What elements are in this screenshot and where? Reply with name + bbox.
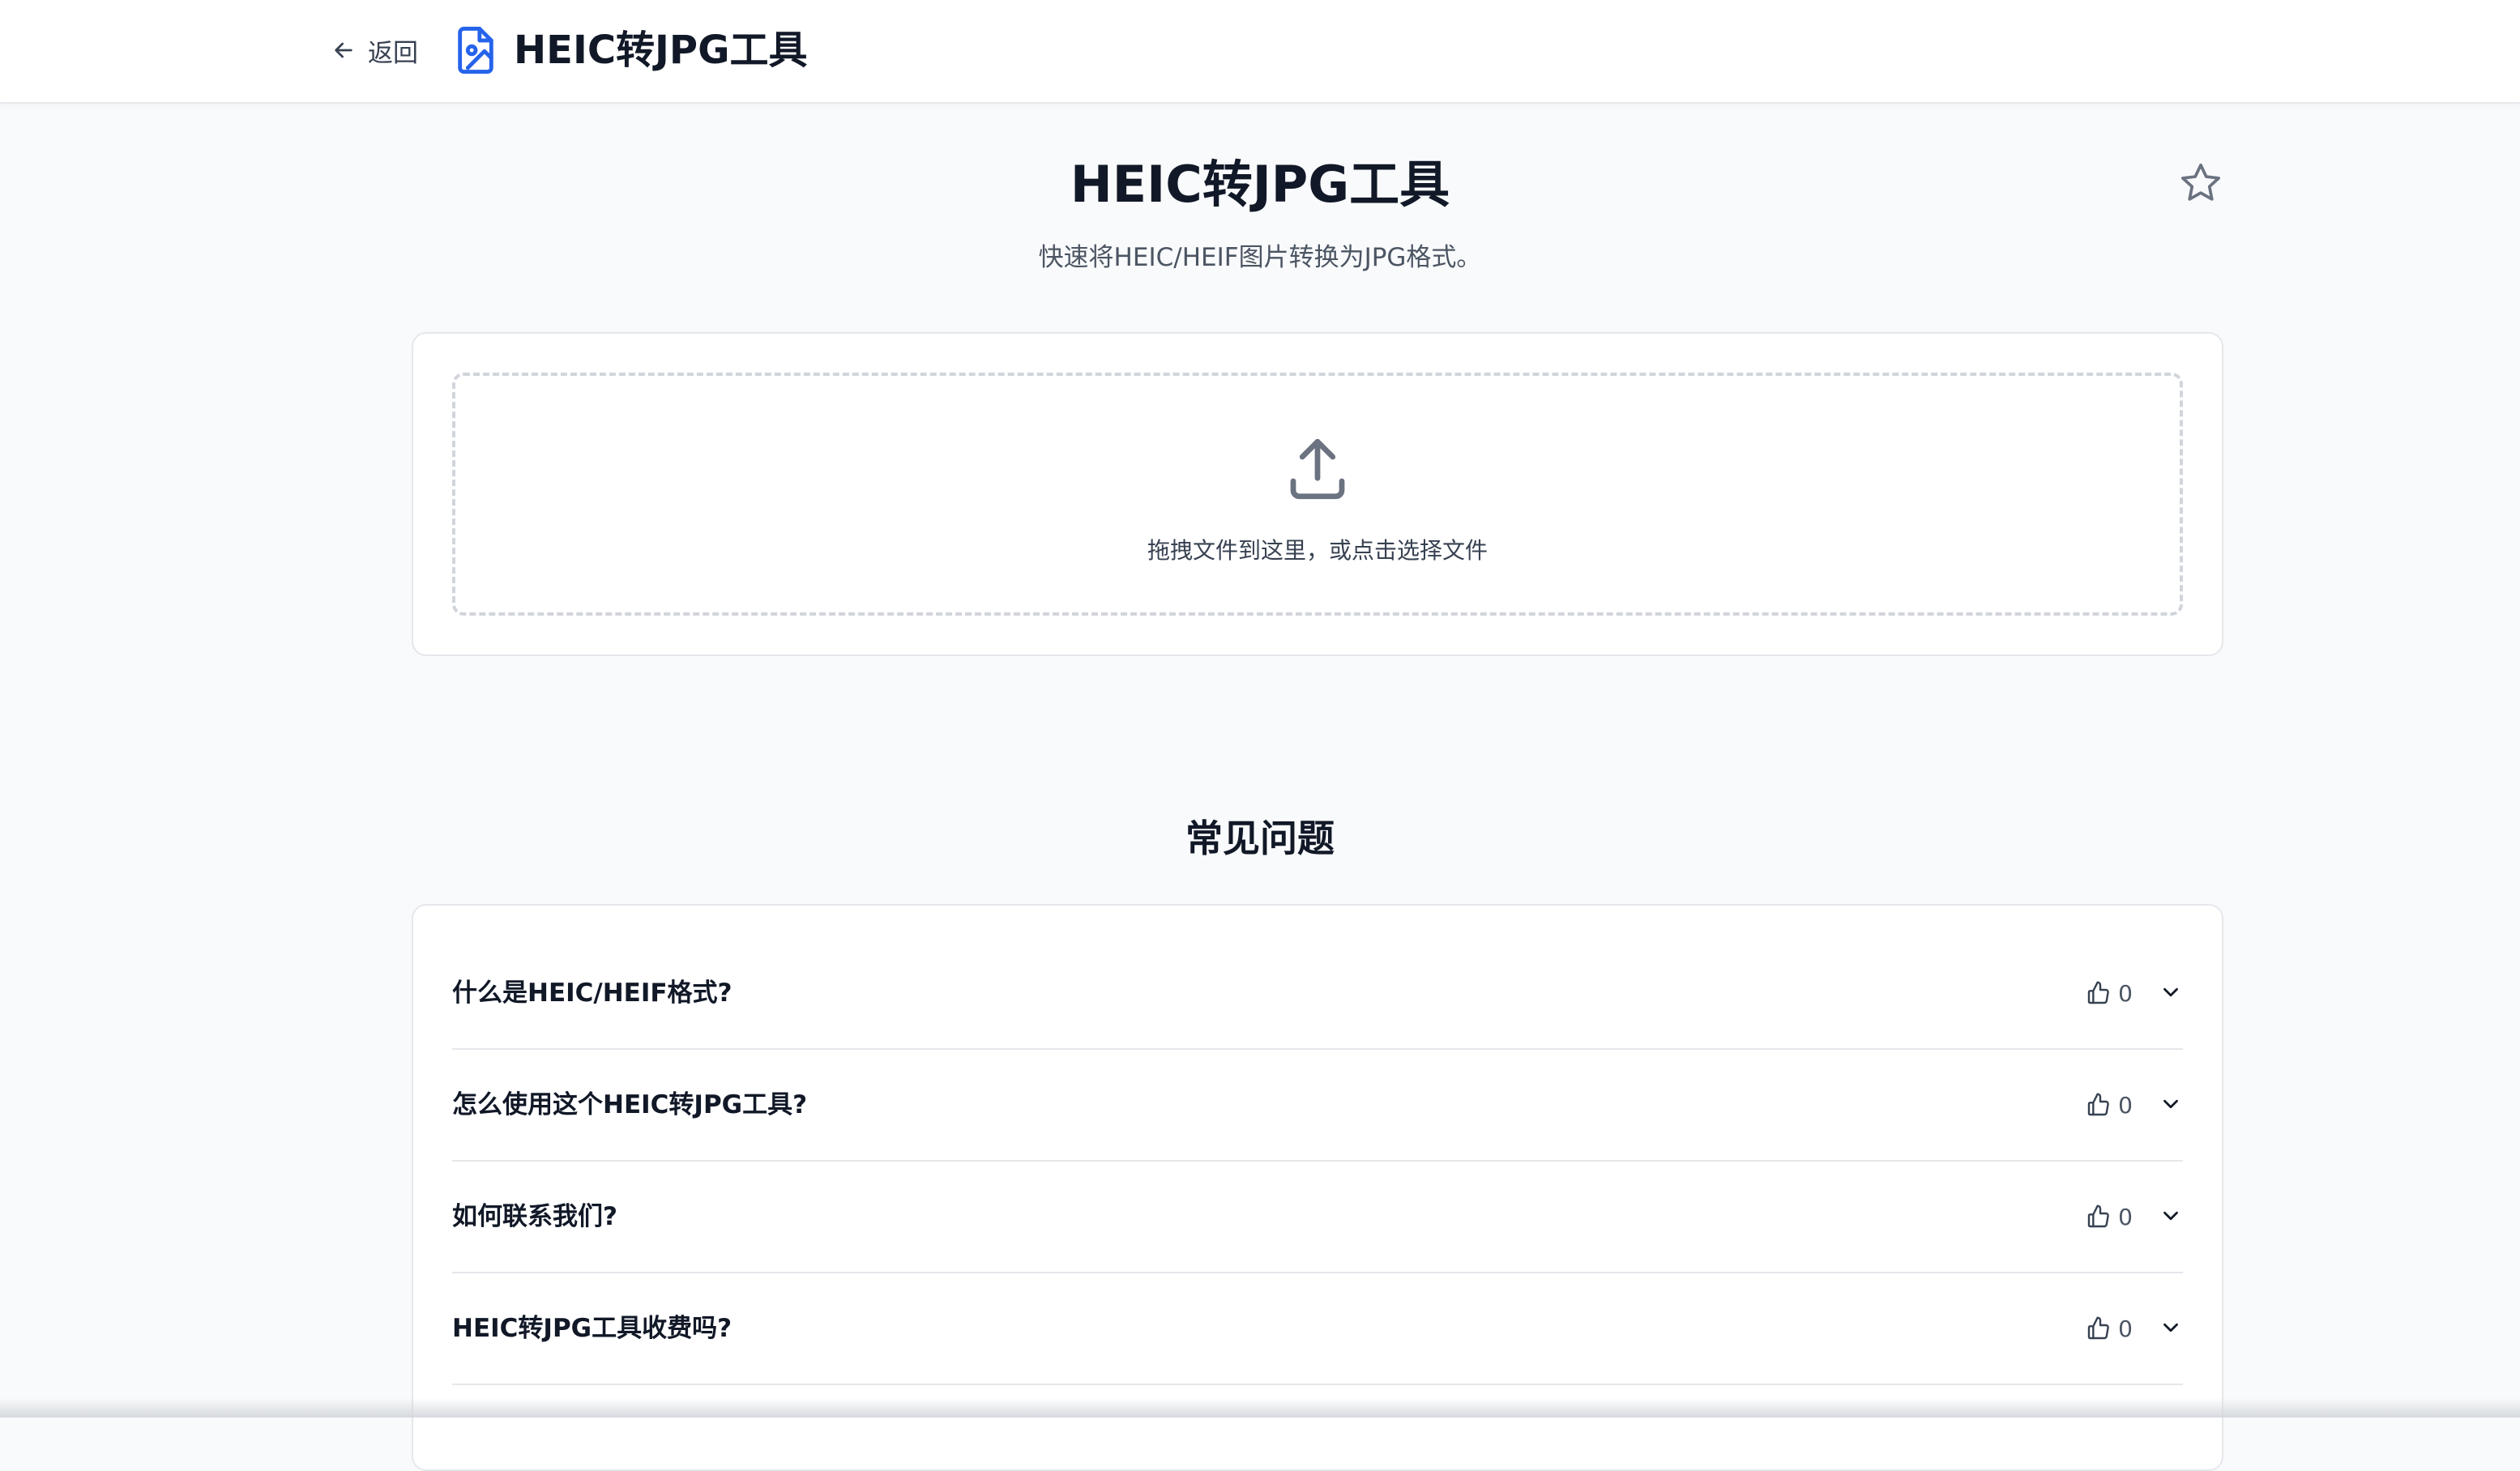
like-button[interactable]: 0 <box>2086 1312 2133 1345</box>
thumbs-up-icon <box>2087 1093 2109 1116</box>
bottom-scroll-shadow <box>0 1398 2520 1418</box>
page-subtitle: 快速将HEIC/HEIF图片转换为JPG格式。 <box>1038 243 1482 272</box>
chevron-down-icon[interactable] <box>2159 1092 2183 1116</box>
file-dropzone[interactable]: 拖拽文件到这里，或点击选择文件 <box>452 373 2183 616</box>
like-button[interactable]: 0 <box>2086 1089 2133 1121</box>
faq-item[interactable]: 如何联系我们? 0 <box>452 1162 2183 1273</box>
faq-item[interactable]: 怎么使用这个HEIC转JPG工具? 0 <box>452 1050 2183 1162</box>
top-bar: 返回 HEIC转JPG工具 <box>0 0 2520 104</box>
app-title: HEIC转JPG工具 <box>514 28 808 73</box>
thumbs-up-icon <box>2087 1316 2109 1340</box>
faq-question: HEIC转JPG工具收费吗? <box>452 1314 733 1343</box>
chevron-down-icon[interactable] <box>2159 1204 2183 1228</box>
thumbs-up-icon <box>2087 1205 2109 1228</box>
faq-question: 怎么使用这个HEIC转JPG工具? <box>452 1090 808 1119</box>
back-button[interactable]: 返回 <box>331 31 418 70</box>
page-title: HEIC转JPG工具 <box>1070 155 1450 214</box>
dropzone-hint: 拖拽文件到这里，或点击选择文件 <box>1147 537 1488 564</box>
faq-item[interactable]: HEIC转JPG工具收费吗? 0 <box>452 1273 2183 1385</box>
faq-card: 什么是HEIC/HEIF格式? 0 怎么使用这个HEIC转JPG工具? 0 如何… <box>412 904 2223 1471</box>
faq-question: 如何联系我们? <box>452 1202 617 1231</box>
chevron-down-icon[interactable] <box>2159 1315 2183 1340</box>
like-count: 0 <box>2118 1315 2133 1342</box>
thumbs-up-icon <box>2087 981 2109 1004</box>
star-icon[interactable] <box>2178 160 2223 206</box>
like-button[interactable]: 0 <box>2086 1200 2133 1233</box>
faq-heading: 常见问题 <box>1185 817 1335 860</box>
file-image-icon <box>458 27 493 74</box>
back-label: 返回 <box>368 38 418 68</box>
like-count: 0 <box>2118 1203 2133 1230</box>
faq-list: 什么是HEIC/HEIF格式? 0 怎么使用这个HEIC转JPG工具? 0 如何… <box>452 938 2183 1385</box>
arrow-left-icon <box>335 42 352 58</box>
upload-card: 拖拽文件到这里，或点击选择文件 <box>412 332 2223 656</box>
like-count: 0 <box>2118 979 2133 1007</box>
upload-icon <box>1290 438 1345 500</box>
faq-question: 什么是HEIC/HEIF格式? <box>452 979 733 1008</box>
faq-item[interactable]: 什么是HEIC/HEIF格式? 0 <box>452 938 2183 1050</box>
like-count: 0 <box>2118 1091 2133 1119</box>
chevron-down-icon[interactable] <box>2159 980 2183 1004</box>
like-button[interactable]: 0 <box>2086 977 2133 1009</box>
